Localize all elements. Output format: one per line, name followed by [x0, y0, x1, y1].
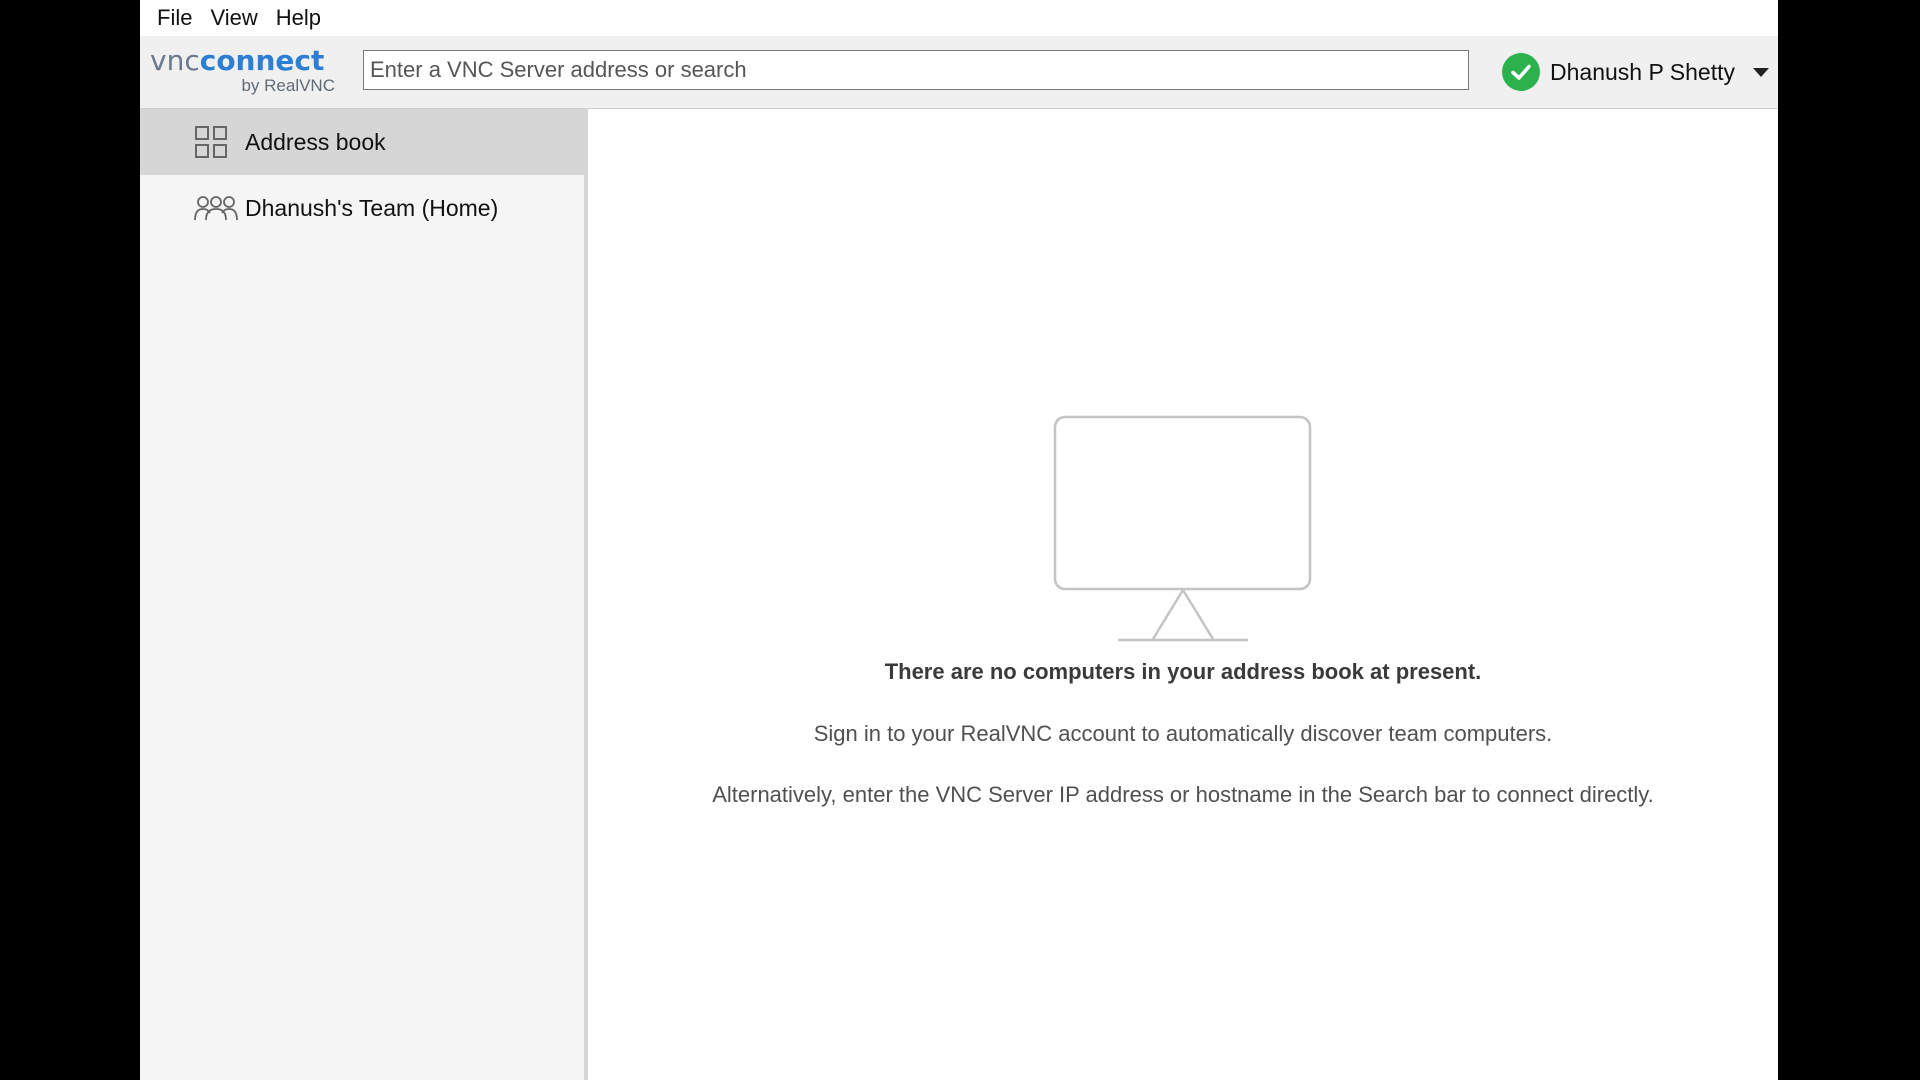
menu-bar: File View Help — [140, 0, 1778, 36]
sidebar: Address book Dhanush's Team (Home) — [140, 109, 588, 1080]
monitor-icon — [1053, 415, 1313, 650]
vnc-viewer-window: File View Help vncconnect by RealVNC Dha… — [140, 0, 1778, 1080]
menu-help[interactable]: Help — [267, 0, 330, 36]
logo-vnc-text: vnc — [150, 44, 200, 77]
empty-state-signin-hint: Sign in to your RealVNC account to autom… — [813, 721, 1553, 746]
user-name: Dhanush P Shetty — [1550, 58, 1735, 85]
sidebar-item-address-book[interactable]: Address book — [140, 109, 584, 175]
user-account-menu[interactable]: Dhanush P Shetty — [1502, 52, 1769, 92]
team-icon — [194, 191, 238, 225]
logo-connect-text: connect — [199, 44, 325, 77]
check-circle-icon — [1502, 53, 1540, 91]
toolbar: vncconnect by RealVNC Dhanush P Shetty — [140, 36, 1778, 109]
grid-icon — [194, 125, 238, 159]
logo-wordmark: vncconnect — [150, 46, 350, 76]
empty-state-search-hint: Alternatively, enter the VNC Server IP a… — [712, 782, 1654, 807]
vnc-connect-logo: vncconnect by RealVNC — [150, 46, 350, 102]
sidebar-item-team[interactable]: Dhanush's Team (Home) — [140, 175, 584, 241]
menu-file[interactable]: File — [148, 0, 201, 36]
chevron-down-icon[interactable] — [1752, 67, 1769, 77]
sidebar-item-label: Address book — [245, 128, 386, 155]
menu-view[interactable]: View — [201, 0, 266, 36]
sidebar-item-label: Dhanush's Team (Home) — [245, 194, 499, 221]
logo-byline: by RealVNC — [241, 76, 335, 95]
main-content: There are no computers in your address b… — [588, 109, 1778, 1080]
search-input[interactable] — [363, 50, 1469, 90]
empty-state-title: There are no computers in your address b… — [884, 659, 1482, 684]
